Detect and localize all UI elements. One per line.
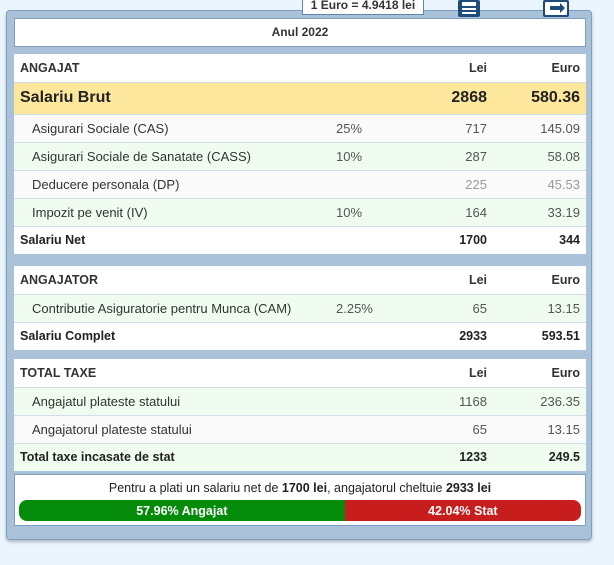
salariu-net-row: Salariu Net 1700 344 <box>14 225 586 254</box>
lei-column-header: Lei <box>468 272 487 287</box>
table-row: Impozit pe venit (IV) 10% 164 33.19 <box>14 197 586 226</box>
lei-column-header: Lei <box>468 365 487 380</box>
row-percent: 10% <box>330 197 400 226</box>
euro-column-header: Euro <box>551 60 580 75</box>
salariu-brut-label: Salariu Brut <box>14 81 330 114</box>
row-label: Deducere personala (DP) <box>14 169 330 198</box>
row-lei: 717 <box>400 113 493 142</box>
table-row: Asigurari Sociale de Sanatate (CASS) 10%… <box>14 141 586 170</box>
total-taxe-euro: 249.5 <box>493 442 586 471</box>
row-lei: 1168 <box>400 386 493 415</box>
row-euro: 58.08 <box>493 141 586 170</box>
total-taxe-lei: 1233 <box>400 442 493 471</box>
salariu-complet-label: Salariu Complet <box>14 321 330 350</box>
angajator-header-row: ANGAJATOR Lei Euro <box>14 266 586 294</box>
row-percent: 25% <box>330 113 400 142</box>
row-lei: 164 <box>400 197 493 226</box>
row-percent <box>330 169 400 198</box>
row-euro: 13.15 <box>493 414 586 443</box>
row-label: Angajatorul plateste statului <box>14 414 330 443</box>
table-row: Contributie Asiguratorie pentru Munca (C… <box>14 293 586 322</box>
table-row: Angajatorul plateste statului 65 13.15 <box>14 414 586 443</box>
angajator-heading: ANGAJATOR <box>20 272 99 287</box>
distribution-bar: 57.96% Angajat 42.04% Stat <box>19 500 581 521</box>
table-row: Asigurari Sociale (CAS) 25% 717 145.09 <box>14 113 586 142</box>
taxe-table: TOTAL TAXE Lei Euro Angajatul plateste s… <box>14 359 586 471</box>
lei-column-header: Lei <box>468 60 487 75</box>
row-label: Asigurari Sociale (CAS) <box>14 113 330 142</box>
angajat-header-row: ANGAJAT Lei Euro <box>14 54 586 82</box>
total-taxe-row: Total taxe incasate de stat 1233 249.5 <box>14 442 586 471</box>
year-header: Anul 2022 <box>14 18 586 47</box>
exchange-rate-label: 1 Euro = 4.9418 lei <box>302 0 424 15</box>
salariu-complet-euro: 593.51 <box>493 321 586 350</box>
summary-box: Pentru a plati un salariu net de 1700 le… <box>14 474 586 526</box>
row-label: Asigurari Sociale de Sanatate (CASS) <box>14 141 330 170</box>
summary-prefix: Pentru a plati un salariu net de <box>108 481 282 495</box>
row-euro: 145.09 <box>493 113 586 142</box>
summary-text: Pentru a plati un salariu net de 1700 le… <box>15 481 585 495</box>
summary-middle: , angajatorul cheltuie <box>327 481 446 495</box>
row-euro: 236.35 <box>493 386 586 415</box>
table-row: Deducere personala (DP) 225 45.53 <box>14 169 586 198</box>
salariu-complet-row: Salariu Complet 2933 593.51 <box>14 321 586 350</box>
row-percent: 10% <box>330 141 400 170</box>
stat-share-segment: 42.04% Stat <box>344 500 581 521</box>
angajat-heading: ANGAJAT <box>20 60 80 75</box>
total-taxe-label: Total taxe incasate de stat <box>14 442 330 471</box>
salariu-net-lei: 1700 <box>400 225 493 254</box>
euro-column-header: Euro <box>551 272 580 287</box>
summary-net: 1700 lei <box>281 481 328 495</box>
salariu-brut-euro: 580.36 <box>493 81 586 114</box>
taxe-heading: TOTAL TAXE <box>20 365 97 380</box>
salariu-complet-lei: 2933 <box>400 321 493 350</box>
row-euro: 45.53 <box>493 169 586 198</box>
row-lei: 287 <box>400 141 493 170</box>
printer-icon[interactable] <box>454 0 484 17</box>
row-percent: 2.25% <box>330 293 400 322</box>
row-lei: 225 <box>400 169 493 198</box>
euro-column-header: Euro <box>551 365 580 380</box>
row-lei: 65 <box>400 414 493 443</box>
table-row: Angajatul plateste statului 1168 236.35 <box>14 386 586 415</box>
row-label: Impozit pe venit (IV) <box>14 197 330 226</box>
row-label: Angajatul plateste statului <box>14 386 330 415</box>
row-euro: 33.19 <box>493 197 586 226</box>
salariu-brut-lei: 2868 <box>400 81 493 114</box>
angajator-table: ANGAJATOR Lei Euro Contributie Asigurato… <box>14 266 586 350</box>
export-icon[interactable] <box>541 0 571 17</box>
angajat-share-segment: 57.96% Angajat <box>19 500 345 521</box>
taxe-header-row: TOTAL TAXE Lei Euro <box>14 359 586 387</box>
row-lei: 65 <box>400 293 493 322</box>
angajat-table: ANGAJAT Lei Euro Salariu Brut 2868 580.3… <box>14 54 586 254</box>
salariu-brut-row: Salariu Brut 2868 580.36 <box>14 81 586 114</box>
row-euro: 13.15 <box>493 293 586 322</box>
salariu-net-euro: 344 <box>493 225 586 254</box>
row-label: Contributie Asiguratorie pentru Munca (C… <box>14 293 330 322</box>
salariu-net-label: Salariu Net <box>14 225 330 254</box>
summary-cost: 2933 lei <box>445 481 492 495</box>
